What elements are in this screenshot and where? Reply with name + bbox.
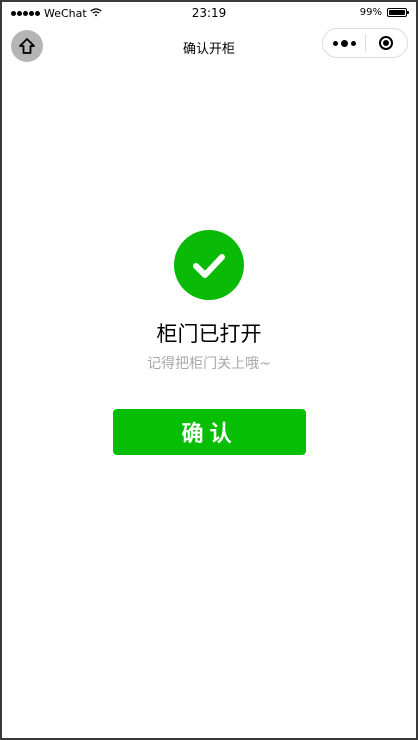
status-right: 99%: [359, 7, 409, 18]
confirm-button[interactable]: 确认: [113, 409, 306, 455]
battery-percent: 99%: [359, 7, 382, 18]
more-button[interactable]: [323, 29, 365, 57]
phone-frame: WeChat 23:19 99% 确认开柜 柜门已打开 记得把柜门关上哦~ 确认: [0, 0, 418, 740]
close-button[interactable]: [366, 29, 407, 57]
more-dots-icon: [332, 40, 338, 46]
status-time: 23:19: [191, 6, 227, 20]
nav-bar: 确认开柜: [2, 26, 416, 66]
success-check-icon: [174, 230, 244, 300]
close-ring-icon: [379, 36, 394, 50]
status-bar: WeChat 23:19 99%: [2, 2, 416, 26]
capsule-menu: [322, 28, 408, 58]
result-title: 柜门已打开: [156, 322, 262, 346]
result-subtitle: 记得把柜门关上哦~: [147, 356, 271, 372]
battery-level: [389, 10, 405, 15]
battery-icon: [387, 8, 409, 17]
